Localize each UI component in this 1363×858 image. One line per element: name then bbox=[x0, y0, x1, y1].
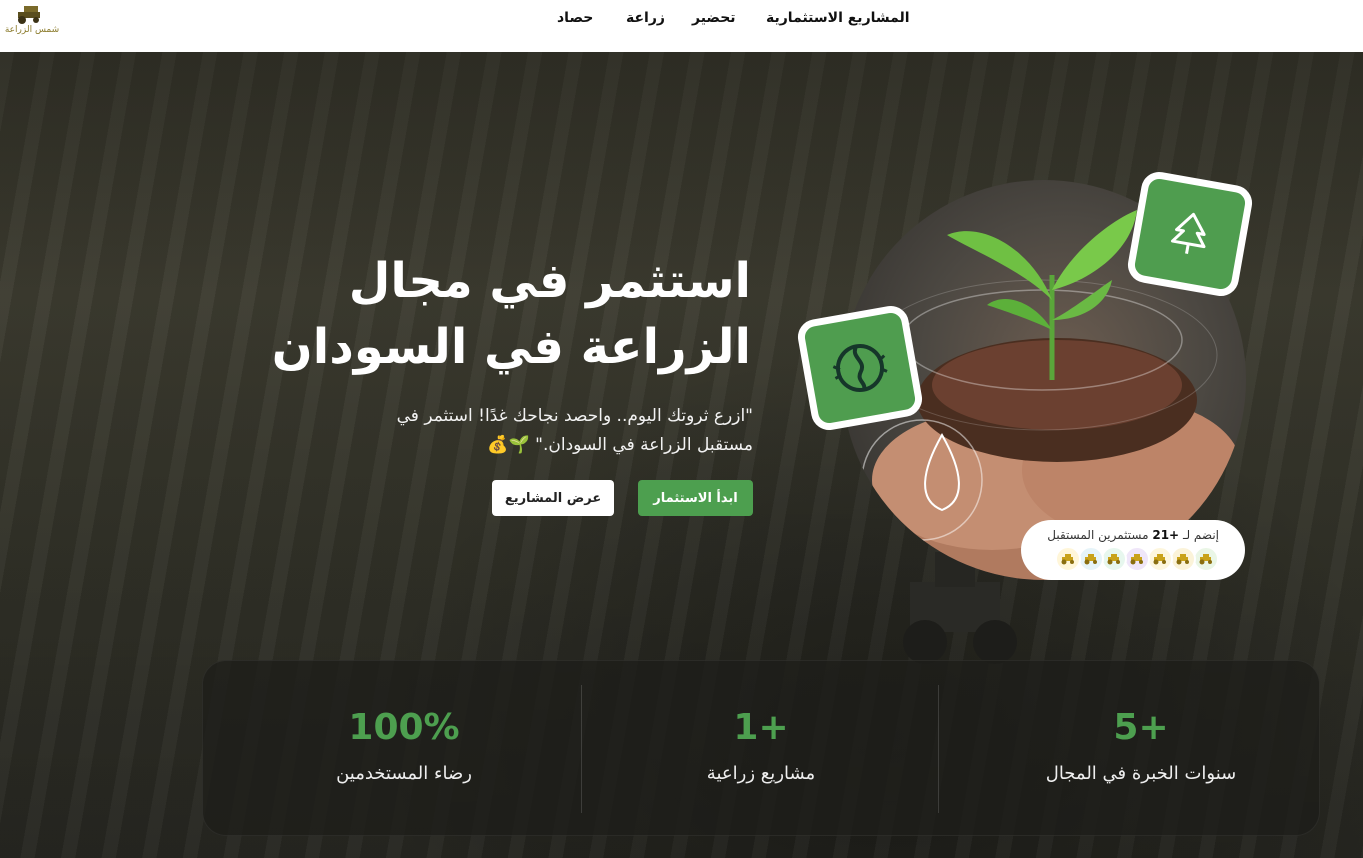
stat-label: مشاريع زراعية bbox=[706, 763, 816, 784]
stats-panel: 5+ سنوات الخبرة في المجال 1+ مشاريع زراع… bbox=[202, 660, 1320, 836]
start-investing-button[interactable]: ابدأ الاستثمار bbox=[638, 480, 753, 516]
investor-avatar-icon bbox=[1147, 546, 1173, 572]
hero-title: استثمر في مجال الزراعة في السودان bbox=[231, 248, 751, 380]
hero-subtitle: "ازرع ثروتك اليوم.. واحصد نجاحك غدًا! اس… bbox=[353, 402, 753, 460]
investor-avatar-icon bbox=[1170, 546, 1196, 572]
investors-count: +21 bbox=[1152, 528, 1180, 542]
tree-badge bbox=[1125, 169, 1255, 299]
tree-icon bbox=[1171, 212, 1206, 254]
hero-subtitle-line1: "ازرع ثروتك اليوم.. واحصد نجاحك غدًا! اس… bbox=[396, 406, 753, 426]
investor-avatar-icon bbox=[1193, 546, 1219, 572]
investor-avatar-icon bbox=[1101, 546, 1127, 572]
investors-suffix: مستثمرين المستقبل bbox=[1047, 528, 1149, 542]
stat-label: رضاء المستخدمين bbox=[336, 763, 472, 784]
investors-prefix: إنضم لـ bbox=[1182, 528, 1219, 542]
stat-experience: 5+ سنوات الخبرة في المجال bbox=[963, 661, 1319, 837]
investor-avatar-icon bbox=[1078, 546, 1104, 572]
nav-investment-projects[interactable]: المشاريع الاستثمارية bbox=[766, 10, 910, 26]
stat-satisfaction: 100% رضاء المستخدمين bbox=[226, 661, 582, 837]
logo-text: شمس الزراعة bbox=[5, 25, 59, 35]
stat-value: 100% bbox=[348, 707, 460, 748]
nav-planting[interactable]: زراعة bbox=[626, 10, 665, 26]
investor-avatar-icon bbox=[1124, 546, 1150, 572]
stat-value: 5+ bbox=[1113, 707, 1169, 748]
stat-projects: 1+ مشاريع زراعية bbox=[583, 661, 939, 837]
nav-harvest[interactable]: حصاد bbox=[557, 10, 593, 26]
hero-title-line1: استثمر في مجال bbox=[348, 253, 751, 309]
tractor-logo-icon: شمس الزراعة bbox=[5, 6, 59, 35]
investor-avatars bbox=[1055, 546, 1219, 572]
hero-subtitle-line2: مستقبل الزراعة في السودان." 🌱💰 bbox=[487, 435, 753, 455]
seed-icon bbox=[832, 344, 888, 392]
investor-avatar-icon bbox=[1055, 546, 1081, 572]
top-header: شمس الزراعة المشاريع الاستثمارية تحضير ز… bbox=[0, 0, 1363, 52]
investors-pill: إنضم لـ +21 مستثمرين المستقبل bbox=[1021, 520, 1245, 580]
investors-label: إنضم لـ +21 مستثمرين المستقبل bbox=[1047, 528, 1219, 542]
stat-label: سنوات الخبرة في المجال bbox=[1045, 763, 1237, 784]
view-projects-button[interactable]: عرض المشاريع bbox=[492, 480, 614, 516]
seed-badge bbox=[795, 303, 925, 433]
nav-preparation[interactable]: تحضير bbox=[692, 10, 736, 26]
logo[interactable]: شمس الزراعة bbox=[2, 2, 62, 42]
hero-title-line2: الزراعة في السودان bbox=[271, 319, 751, 375]
stat-value: 1+ bbox=[733, 707, 789, 748]
